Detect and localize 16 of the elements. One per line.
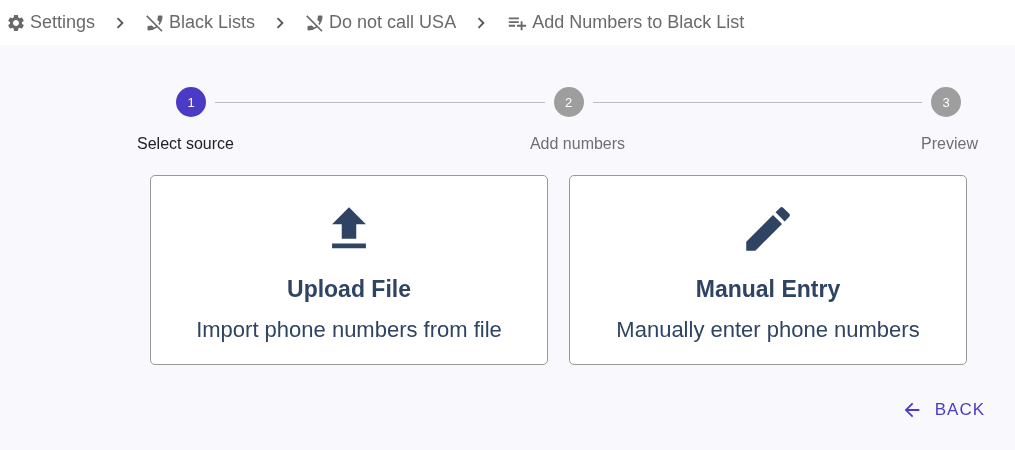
breadcrumb-link[interactable]: Settings xyxy=(6,12,96,33)
back-button[interactable]: BACK xyxy=(896,395,989,425)
phone-off-icon xyxy=(145,12,166,33)
step-label: Preview xyxy=(921,135,978,153)
step-label: Select source xyxy=(137,135,234,153)
step-number: 1 xyxy=(176,87,206,117)
step-number: 3 xyxy=(931,87,961,117)
option-card[interactable]: Manual Entry Manually enter phone numbers xyxy=(569,175,967,365)
settings-icon xyxy=(6,12,26,33)
breadcrumb-link[interactable]: Add Numbers to Black List xyxy=(506,11,745,34)
option-card[interactable]: Upload File Import phone numbers from file xyxy=(150,175,548,365)
phone-off-icon xyxy=(305,12,326,33)
step-number: 2 xyxy=(553,87,584,117)
step-label: Add numbers xyxy=(529,135,626,153)
breadcrumb-link[interactable]: Do not call USA xyxy=(305,12,457,33)
breadcrumb-link[interactable]: Black Lists xyxy=(145,12,256,33)
